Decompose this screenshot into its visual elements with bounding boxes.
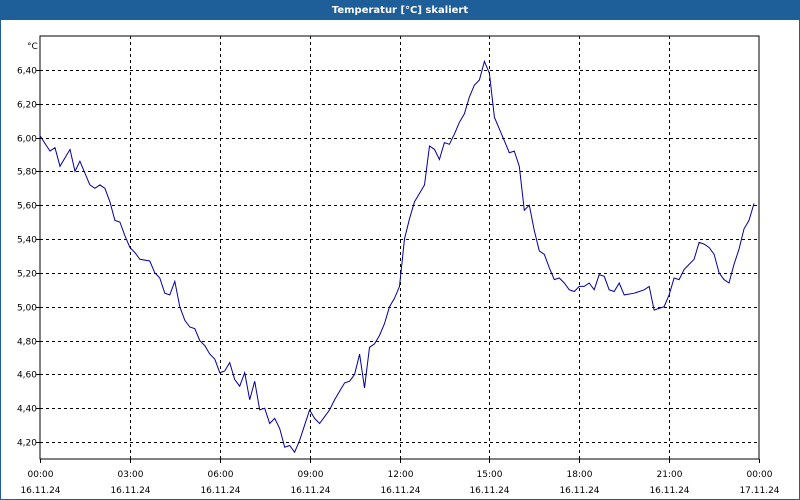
x-tick-date-label: 16.11.24 bbox=[290, 486, 330, 496]
y-tick-label: 4,80 bbox=[17, 338, 37, 348]
x-tick-date-label: 16.11.24 bbox=[559, 486, 599, 496]
x-tick-date-label: 16.11.24 bbox=[380, 486, 420, 496]
x-tick-time-label: 09:00 bbox=[298, 470, 324, 480]
y-tick-label: 5,80 bbox=[17, 168, 37, 178]
y-tick-label: 6,00 bbox=[17, 135, 37, 145]
x-tick-time-label: 06:00 bbox=[208, 470, 234, 480]
y-tick-label: 4,60 bbox=[17, 371, 37, 381]
x-tick-time-label: 00:00 bbox=[28, 470, 54, 480]
x-tick-time-label: 03:00 bbox=[118, 470, 144, 480]
x-tick-date-label: 16.11.24 bbox=[200, 486, 240, 496]
plot-area bbox=[39, 35, 760, 460]
x-tick-time-label: 21:00 bbox=[657, 470, 683, 480]
y-tick-label: 4,20 bbox=[17, 439, 37, 449]
x-tick-time-label: 00:00 bbox=[747, 470, 773, 480]
y-tick-label: 4,40 bbox=[17, 405, 37, 415]
chart-window: Temperatur [°C] skaliert 4,20 4,40 4,60 4,8… bbox=[0, 0, 800, 500]
x-tick-date-label: 16.11.24 bbox=[20, 486, 60, 496]
x-tick-time-label: 18:00 bbox=[567, 470, 593, 480]
y-tick-label: 5,60 bbox=[17, 202, 37, 212]
y-tick-label: 5,00 bbox=[17, 304, 37, 314]
x-tick-date-label: 17.11.24 bbox=[739, 486, 779, 496]
y-tick-label: 6,40 bbox=[17, 67, 37, 77]
x-tick-time-label: 12:00 bbox=[388, 470, 414, 480]
x-tick-date-label: 16.11.24 bbox=[469, 486, 509, 496]
x-tick-date-label: 16.11.24 bbox=[110, 486, 150, 496]
y-tick-label: 5,20 bbox=[17, 270, 37, 280]
y-unit-label: °C bbox=[27, 42, 38, 52]
x-tick-date-label: 16.11.24 bbox=[649, 486, 689, 496]
y-tick-label: 6,20 bbox=[17, 101, 37, 111]
y-tick-label: 5,40 bbox=[17, 236, 37, 246]
x-tick-time-label: 15:00 bbox=[477, 470, 503, 480]
temperature-chart: 4,20 4,40 4,60 4,80 5,00 5,20 5,40 5,60 5,80 6,00… bbox=[17, 35, 780, 496]
